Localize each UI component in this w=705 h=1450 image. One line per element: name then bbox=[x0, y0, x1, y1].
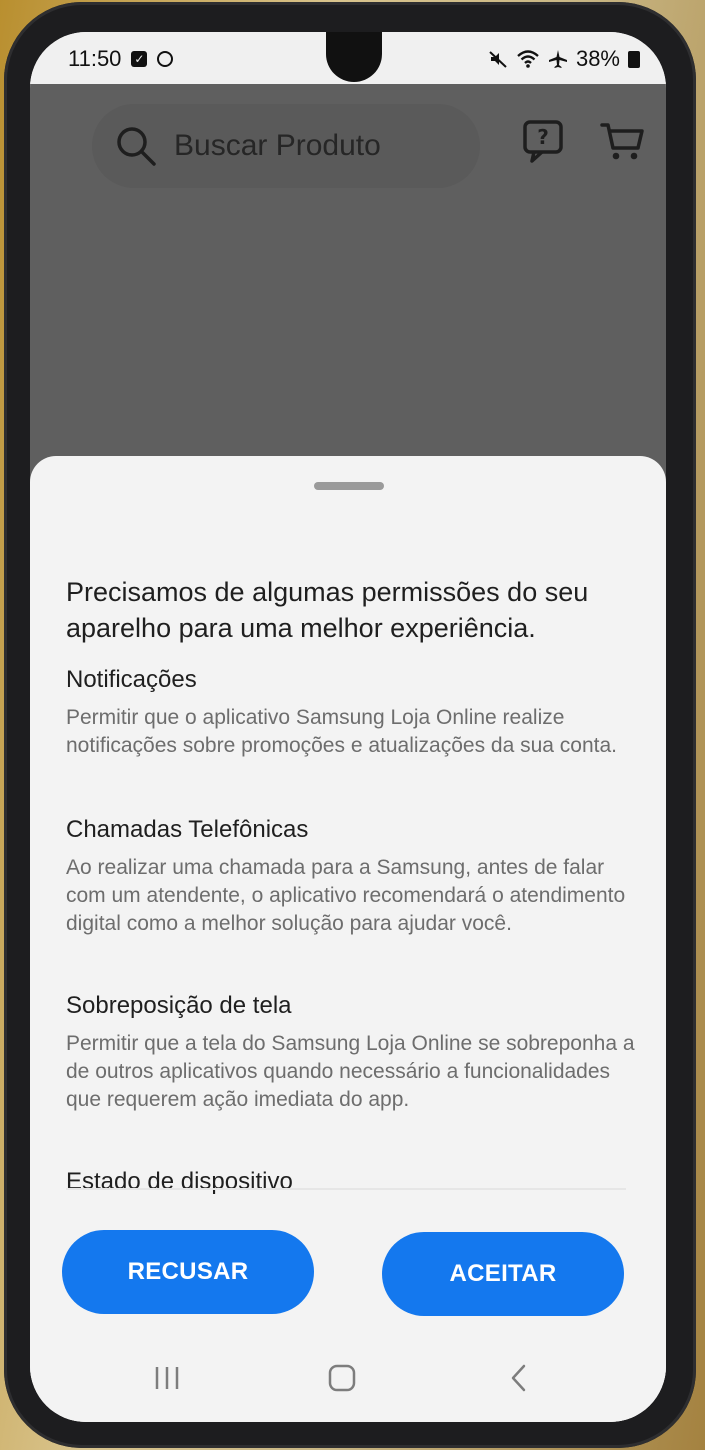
sheet-title: Precisamos de algumas permissões do seu … bbox=[66, 577, 589, 643]
permission-title: Estado de dispositivo bbox=[66, 1168, 293, 1195]
mute-icon bbox=[489, 51, 507, 68]
permission-device-state: Estado de dispositivo bbox=[66, 1168, 636, 1196]
phone-screen: Buscar Produto ? 11:50 ✓ 38% Precisamos … bbox=[30, 32, 666, 1422]
phone-frame: Buscar Produto ? 11:50 ✓ 38% Precisamos … bbox=[4, 2, 696, 1448]
chat-question-icon[interactable]: ? bbox=[518, 116, 568, 166]
system-navigation-bar bbox=[30, 1330, 666, 1422]
home-icon[interactable] bbox=[322, 1358, 362, 1398]
permission-description: Permitir que a tela do Samsung Loja Onli… bbox=[66, 1032, 635, 1111]
decline-button[interactable]: RECUSAR bbox=[62, 1230, 314, 1314]
permission-title: Sobreposição de tela bbox=[66, 992, 292, 1019]
permission-phone-calls: Chamadas Telefônicas Ao realizar uma cha… bbox=[66, 816, 636, 938]
svg-text:?: ? bbox=[537, 125, 549, 149]
camera-notch bbox=[326, 32, 382, 82]
battery-percent: 38% bbox=[575, 46, 620, 71]
search-input[interactable]: Buscar Produto bbox=[174, 129, 381, 163]
recents-icon[interactable] bbox=[148, 1358, 188, 1398]
permission-description: Ao realizar uma chamada para a Samsung, … bbox=[66, 856, 626, 935]
status-bar: 11:50 ✓ 38% bbox=[30, 32, 666, 84]
search-icon bbox=[114, 124, 158, 168]
status-time: 11:50 bbox=[68, 46, 122, 71]
accept-button[interactable]: ACEITAR bbox=[382, 1232, 624, 1316]
permission-description: Permitir que o aplicativo Samsung Loja O… bbox=[66, 706, 617, 757]
sync-notification-icon bbox=[157, 51, 174, 67]
search-bar[interactable]: Buscar Produto bbox=[92, 104, 480, 188]
status-left-group: 11:50 ✓ bbox=[68, 46, 174, 72]
scroll-divider bbox=[66, 1188, 626, 1190]
wifi-icon bbox=[517, 50, 539, 68]
permission-title: Notificações bbox=[66, 666, 197, 693]
permissions-bottom-sheet: Precisamos de algumas permissões do seu … bbox=[30, 456, 666, 1422]
back-icon[interactable] bbox=[500, 1358, 540, 1398]
checkbox-notification-icon: ✓ bbox=[131, 51, 148, 67]
permission-notifications: Notificações Permitir que o aplicativo S… bbox=[66, 666, 636, 760]
battery-icon bbox=[628, 50, 640, 68]
permission-screen-overlay: Sobreposição de tela Permitir que a tela… bbox=[66, 992, 636, 1114]
cart-icon[interactable] bbox=[598, 116, 648, 166]
status-right-group: 38% bbox=[488, 46, 640, 72]
sheet-drag-handle[interactable] bbox=[314, 482, 384, 490]
permission-title: Chamadas Telefônicas bbox=[66, 816, 309, 843]
airplane-icon bbox=[548, 50, 567, 68]
